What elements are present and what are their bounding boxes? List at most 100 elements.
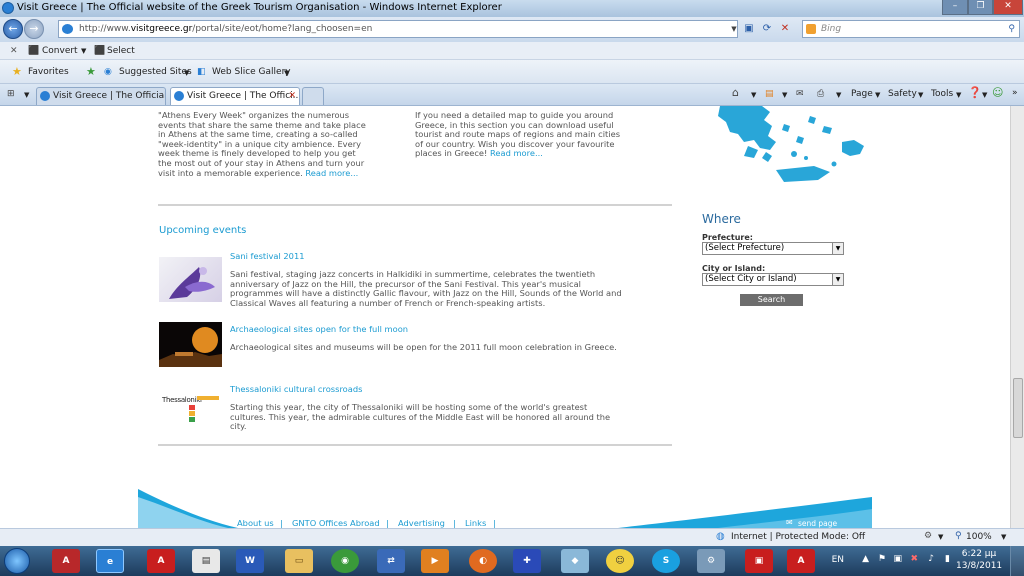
tools-menu[interactable]: Tools [931, 87, 953, 101]
stop-icon[interactable]: ✕ [778, 22, 792, 36]
search-icon[interactable]: ⚲ [1008, 21, 1015, 37]
tray-device-icon[interactable]: ▣ [893, 554, 902, 564]
compatibility-view-icon[interactable]: ▣ [742, 22, 756, 36]
favorites-button[interactable]: Favorites [28, 65, 69, 79]
select-button[interactable]: Select [107, 44, 135, 58]
new-tab-button[interactable] [302, 87, 324, 105]
taskbar-chrome-icon[interactable]: ◉ [331, 549, 359, 573]
zoom-icon[interactable]: ⚲ [955, 531, 962, 541]
forward-button[interactable]: → [24, 19, 44, 39]
safety-dropdown-icon[interactable]: ▼ [918, 88, 923, 102]
url-dropdown-icon[interactable]: ▼ [727, 22, 741, 36]
url-field[interactable]: http://www.visitgreece.gr/portal/site/eo… [58, 20, 738, 38]
footer-link-advertising[interactable]: Advertising [398, 518, 445, 528]
tools-dropdown-icon[interactable]: ▼ [956, 88, 961, 102]
prefecture-select[interactable]: (Select Prefecture) ▼ [702, 242, 844, 255]
close-tab-icon[interactable]: ✕ [288, 88, 296, 104]
safety-menu[interactable]: Safety [888, 87, 917, 101]
send-page-icon[interactable]: ✉ [786, 518, 793, 527]
zone-dropdown-icon[interactable]: ▼ [938, 533, 943, 541]
thessaloniki-link[interactable]: Thessaloniki cultural crossroads [230, 384, 362, 394]
suggested-sites-button[interactable]: Suggested Sites [119, 65, 192, 79]
tray-flag-icon[interactable]: ⚑ [878, 554, 886, 564]
print-dropdown-icon[interactable]: ▼ [836, 88, 841, 102]
taskbar-explorer-icon[interactable]: ▭ [285, 549, 313, 573]
convert-dropdown-icon[interactable]: ▼ [81, 44, 86, 58]
tray-expand-icon[interactable]: ▲ [862, 554, 869, 564]
page-menu[interactable]: Page [851, 87, 873, 101]
show-desktop-button[interactable] [1010, 546, 1024, 576]
start-button[interactable] [4, 548, 30, 574]
tray-volume-icon[interactable]: ♪ [928, 554, 934, 564]
quick-tabs-icon[interactable]: ⊞ [7, 87, 15, 101]
taskbar-generic-icon[interactable]: ◆ [561, 549, 589, 573]
athens-read-more-link[interactable]: Read more... [305, 168, 358, 178]
feeds-dropdown-icon[interactable]: ▼ [782, 88, 787, 102]
taskbar-firefox-icon[interactable]: ◐ [469, 549, 497, 573]
maps-read-more-link[interactable]: Read more... [490, 148, 543, 159]
city-select[interactable]: (Select City or Island) ▼ [702, 273, 844, 286]
zoom-dropdown-icon[interactable]: ▼ [1001, 533, 1006, 541]
suggested-dropdown-icon[interactable]: ▼ [184, 66, 189, 80]
footer-link-gnto-offices[interactable]: GNTO Offices Abroad [292, 518, 380, 528]
taskbar-skype-icon[interactable]: S [652, 549, 680, 573]
tab-list-dropdown-icon[interactable]: ▼ [24, 88, 29, 102]
taskbar-language-flag-icon[interactable]: ✚ [513, 549, 541, 573]
security-zone-status[interactable]: Internet | Protected Mode: Off [731, 532, 865, 542]
search-input[interactable]: Bing ⚲ [802, 20, 1020, 38]
taskbar-pdf-icon[interactable]: A [147, 549, 175, 573]
add-favorite-icon[interactable]: ★ [86, 65, 96, 79]
full-moon-image[interactable] [159, 322, 222, 367]
where-search-button[interactable]: Search [740, 294, 803, 306]
full-moon-link[interactable]: Archaeological sites open for the full m… [230, 324, 408, 334]
taskbar-network-icon[interactable]: ⚙ [697, 549, 725, 573]
tray-alert-icon[interactable]: ✖ [910, 554, 918, 564]
vertical-scrollbar[interactable] [1010, 106, 1024, 528]
taskbar-ie-icon[interactable]: e [96, 549, 124, 573]
protected-mode-icon[interactable]: ⚙ [924, 531, 932, 541]
convert-button[interactable]: Convert [42, 44, 78, 58]
taskbar-word-icon[interactable]: W [236, 549, 264, 573]
taskbar-teamviewer-icon[interactable]: ⇄ [377, 549, 405, 573]
tab-visit-greece-2[interactable]: Visit Greece | The Offici... ✕ [170, 87, 300, 105]
taskbar-acrobat2-icon[interactable]: A [787, 549, 815, 573]
taskbar-notes-icon[interactable]: ▤ [192, 549, 220, 573]
sani-festival-link[interactable]: Sani festival 2011 [230, 251, 305, 261]
web-slice-dropdown-icon[interactable]: ▼ [284, 66, 289, 80]
language-indicator[interactable]: EN [832, 555, 844, 565]
send-page-link[interactable]: send page [798, 519, 837, 528]
tray-signal-icon[interactable]: ▮ [945, 554, 950, 564]
tab-visit-greece-1[interactable]: Visit Greece | The Official ... [36, 87, 166, 105]
city-dropdown-icon[interactable]: ▼ [832, 274, 843, 285]
home-dropdown-icon[interactable]: ▼ [751, 88, 756, 102]
footer-link-about-us[interactable]: About us [237, 518, 274, 528]
sani-festival-image[interactable] [159, 257, 222, 302]
greece-map-image[interactable] [714, 106, 868, 186]
scrollbar-thumb[interactable] [1013, 378, 1023, 438]
taskbar-media-icon[interactable]: ▶ [421, 549, 449, 573]
thessaloniki-logo-image[interactable]: Thessaloniki [159, 392, 222, 424]
help-dropdown-icon[interactable]: ▼ [982, 88, 987, 102]
close-window-button[interactable]: ✕ [993, 0, 1023, 15]
footer-link-links[interactable]: Links [465, 518, 486, 528]
prefecture-dropdown-icon[interactable]: ▼ [832, 243, 843, 254]
refresh-icon[interactable]: ⟳ [760, 22, 774, 36]
help-icon[interactable]: ❓ [968, 86, 982, 100]
print-icon[interactable]: ⎙ [817, 87, 824, 101]
tray-time[interactable]: 6:22 μμ [956, 549, 1002, 559]
taskbar-pdf2-icon[interactable]: ▣ [745, 549, 773, 573]
messenger-icon[interactable]: ☺ [992, 86, 1003, 100]
tray-date[interactable]: 13/8/2011 [956, 561, 1002, 571]
taskbar-messenger-icon[interactable]: ☺ [606, 549, 634, 573]
minimize-button[interactable]: – [942, 0, 968, 15]
taskbar-acrobat-icon[interactable]: A [52, 549, 80, 573]
maximize-button[interactable]: ❐ [968, 0, 993, 15]
page-dropdown-icon[interactable]: ▼ [875, 88, 880, 102]
close-toolbar-icon[interactable]: ✕ [10, 44, 18, 58]
zoom-level[interactable]: 100% [966, 532, 992, 542]
home-icon[interactable]: ⌂ [732, 86, 739, 100]
back-button[interactable]: ← [3, 19, 23, 39]
feeds-icon[interactable]: ▤ [765, 87, 774, 101]
web-slice-gallery-button[interactable]: Web Slice Gallery [212, 65, 291, 79]
more-tools-icon[interactable]: » [1012, 86, 1018, 100]
